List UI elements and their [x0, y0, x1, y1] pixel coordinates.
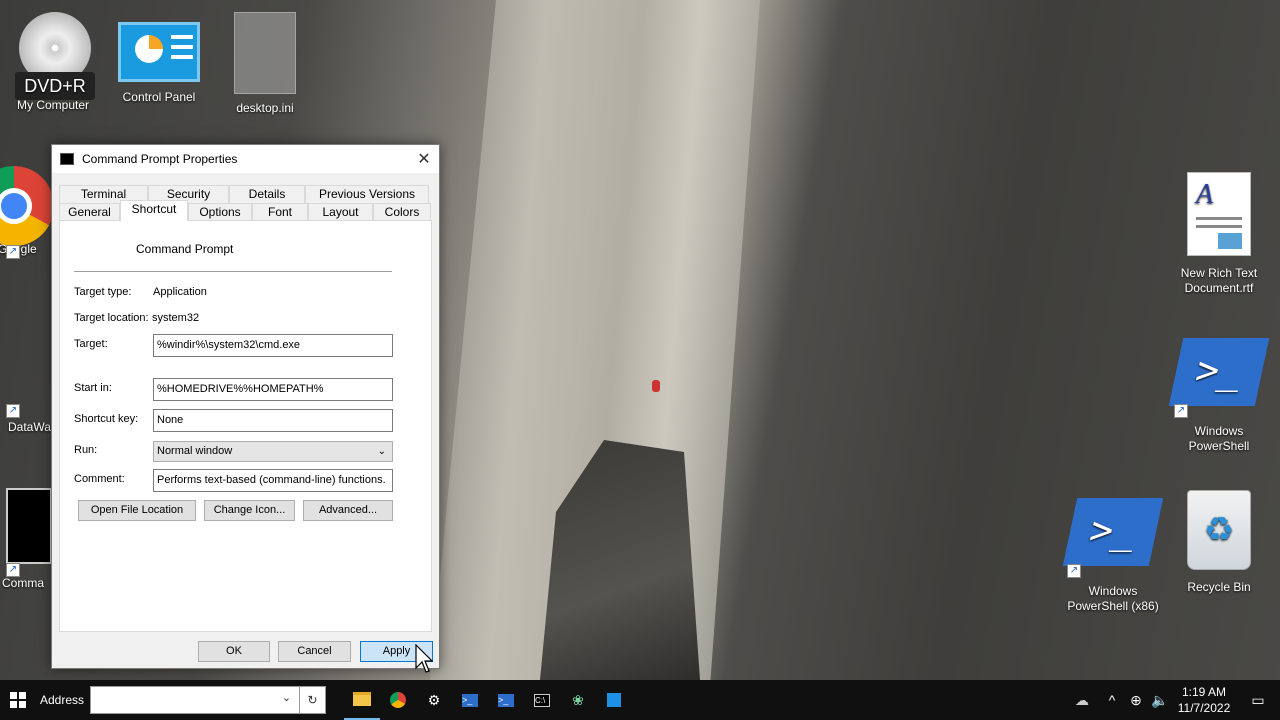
desktop-icon-google[interactable]: Google	[0, 166, 58, 256]
dialog-title: Command Prompt Properties	[82, 152, 238, 166]
desktop-icon-label: My Computer	[16, 98, 90, 112]
shortcut-arrow-icon: ↗	[6, 245, 20, 259]
app-name: Command Prompt	[136, 242, 234, 256]
target-label: Target:	[74, 338, 108, 350]
mouse-cursor-icon	[415, 644, 433, 673]
open-file-location-button[interactable]: Open File Location	[78, 500, 196, 521]
run-label: Run:	[74, 444, 98, 456]
desktop-icon-control-panel[interactable]: Control Panel	[111, 22, 207, 104]
desktop-icon-powershell[interactable]: >_ Windows PowerShell	[1168, 338, 1270, 454]
shortcut-key-label: Shortcut key:	[74, 413, 139, 425]
target-type-label: Target type:	[74, 286, 132, 298]
control-panel-icon	[118, 22, 200, 82]
recycle-bin-icon: ♻	[1187, 490, 1251, 570]
notifications-icon[interactable]: ▭	[1236, 680, 1280, 720]
clock-time: 1:19 AM	[1181, 685, 1227, 699]
rtf-document-icon: A	[1187, 172, 1251, 256]
tab-previous-versions[interactable]: Previous Versions	[305, 185, 429, 203]
desktop-icon-powershell-x86[interactable]: >_ Windows PowerShell (x86)	[1062, 498, 1164, 614]
chevron-down-icon[interactable]: ⌄	[282, 691, 291, 704]
powershell-icon: >_	[1168, 338, 1270, 406]
tab-general[interactable]: General	[59, 203, 120, 221]
shortcut-arrow-icon: ↗	[6, 563, 20, 577]
app-icon	[80, 239, 112, 263]
desktop-icon-label: Comma	[2, 576, 45, 590]
tab-shortcut[interactable]: Shortcut	[120, 200, 188, 221]
desktop-icon-label: Windows PowerShell (x86)	[1067, 584, 1159, 613]
divider	[74, 271, 392, 272]
settings-file-icon	[234, 12, 296, 94]
tab-details[interactable]: Details	[229, 185, 305, 203]
desktop-icon-datawg[interactable]: DataWa	[0, 340, 58, 434]
windows-logo-icon	[10, 692, 26, 708]
dialog-titlebar: Command Prompt Properties ✕	[52, 145, 439, 173]
cancel-button[interactable]: Cancel	[278, 641, 351, 662]
ok-button[interactable]: OK	[198, 641, 270, 662]
address-input[interactable]: ⌄	[90, 686, 301, 714]
shortcut-panel: Command Prompt Target type: Application …	[59, 220, 432, 632]
comment-label: Comment:	[74, 473, 125, 485]
desktop-icon-recycle-bin[interactable]: ♻ Recycle Bin	[1171, 490, 1267, 594]
show-hidden-icons-chevron-icon[interactable]: ^	[1100, 680, 1124, 720]
desktop-icon-desktop-ini[interactable]: desktop.ini	[217, 12, 313, 115]
tab-colors[interactable]: Colors	[373, 203, 431, 221]
powershell-taskbar-icon[interactable]: >_	[452, 680, 488, 720]
command-prompt-icon	[60, 153, 74, 165]
run-select[interactable]: Normal window ⌄	[153, 441, 393, 462]
desktop-icon-label: Recycle Bin	[1187, 580, 1251, 594]
address-label: Address	[40, 693, 85, 707]
dvd-drive-icon: DVD+R	[11, 10, 95, 100]
chevron-down-icon: ⌄	[377, 446, 386, 457]
shortcut-arrow-icon: ↗	[1174, 404, 1188, 418]
close-icon[interactable]: ✕	[409, 149, 439, 169]
change-icon-button[interactable]: Change Icon...	[204, 500, 295, 521]
target-location-label: Target location:	[74, 312, 149, 324]
chrome-icon	[0, 166, 54, 246]
weather-icon[interactable]: ☁	[1064, 680, 1100, 720]
command-prompt-taskbar-icon[interactable]: C:\	[524, 680, 560, 720]
advanced-button[interactable]: Advanced...	[303, 500, 393, 521]
file-explorer-icon[interactable]	[344, 680, 381, 720]
desktop-icon-label: Control Panel	[122, 90, 196, 104]
shortcut-key-input[interactable]: None	[153, 409, 393, 432]
desktop-icon-label: New Rich Text Document.rtf	[1180, 266, 1258, 295]
desktop-icon-my-computer[interactable]: DVD+R My Computer	[5, 10, 101, 112]
start-in-label: Start in:	[74, 382, 112, 394]
clock[interactable]: 1:19 AM 11/7/2022	[1172, 684, 1236, 716]
tiles-app-taskbar-icon[interactable]	[596, 680, 632, 720]
chrome-taskbar-icon[interactable]	[380, 680, 416, 720]
app-taskbar-icon[interactable]: ❀	[560, 680, 596, 720]
tab-font[interactable]: Font	[252, 203, 308, 221]
tab-row-front: General Shortcut Options Font Layout Col…	[59, 200, 431, 221]
target-location-value: system32	[152, 312, 200, 324]
target-type-value: Application	[153, 286, 207, 298]
properties-dialog: Command Prompt Properties ✕ Terminal Sec…	[51, 144, 440, 669]
wallpaper-climber	[652, 380, 660, 392]
shortcut-arrow-icon: ↗	[6, 404, 20, 418]
datawg-icon	[8, 340, 48, 390]
address-go-icon[interactable]: ↻	[300, 686, 327, 714]
tab-row-back: Terminal Security Details Previous Versi…	[59, 185, 429, 203]
clock-date: 11/7/2022	[1177, 701, 1231, 715]
run-select-value: Normal window	[157, 445, 233, 457]
volume-muted-icon[interactable]: 🔈	[1148, 680, 1172, 720]
start-button[interactable]	[0, 680, 36, 720]
powershell-icon: >_	[1062, 498, 1164, 566]
taskbar: Address ⌄ ↻ ⚙ >_ >_ C:\ ❀ ☁ ^ ⊕ 🔈 1:19 A…	[0, 680, 1280, 720]
dvd-badge: DVD+R	[15, 72, 95, 100]
desktop-icon-label: desktop.ini	[236, 101, 294, 115]
desktop-icon-rich-text[interactable]: A New Rich Text Document.rtf	[1171, 172, 1267, 296]
shortcut-arrow-icon: ↗	[1067, 564, 1081, 578]
network-globe-icon[interactable]: ⊕	[1124, 680, 1148, 720]
target-input[interactable]: %windir%\system32\cmd.exe	[153, 334, 393, 357]
tab-options[interactable]: Options	[188, 203, 252, 221]
powershell-x86-taskbar-icon[interactable]: >_	[488, 680, 524, 720]
desktop-icon-label: Windows PowerShell	[1188, 424, 1250, 453]
console-icon	[6, 488, 52, 564]
comment-input[interactable]: Performs text-based (command-line) funct…	[153, 469, 393, 492]
settings-gear-icon[interactable]: ⚙	[416, 680, 452, 720]
tab-layout[interactable]: Layout	[308, 203, 373, 221]
start-in-input[interactable]: %HOMEDRIVE%%HOMEPATH%	[153, 378, 393, 401]
